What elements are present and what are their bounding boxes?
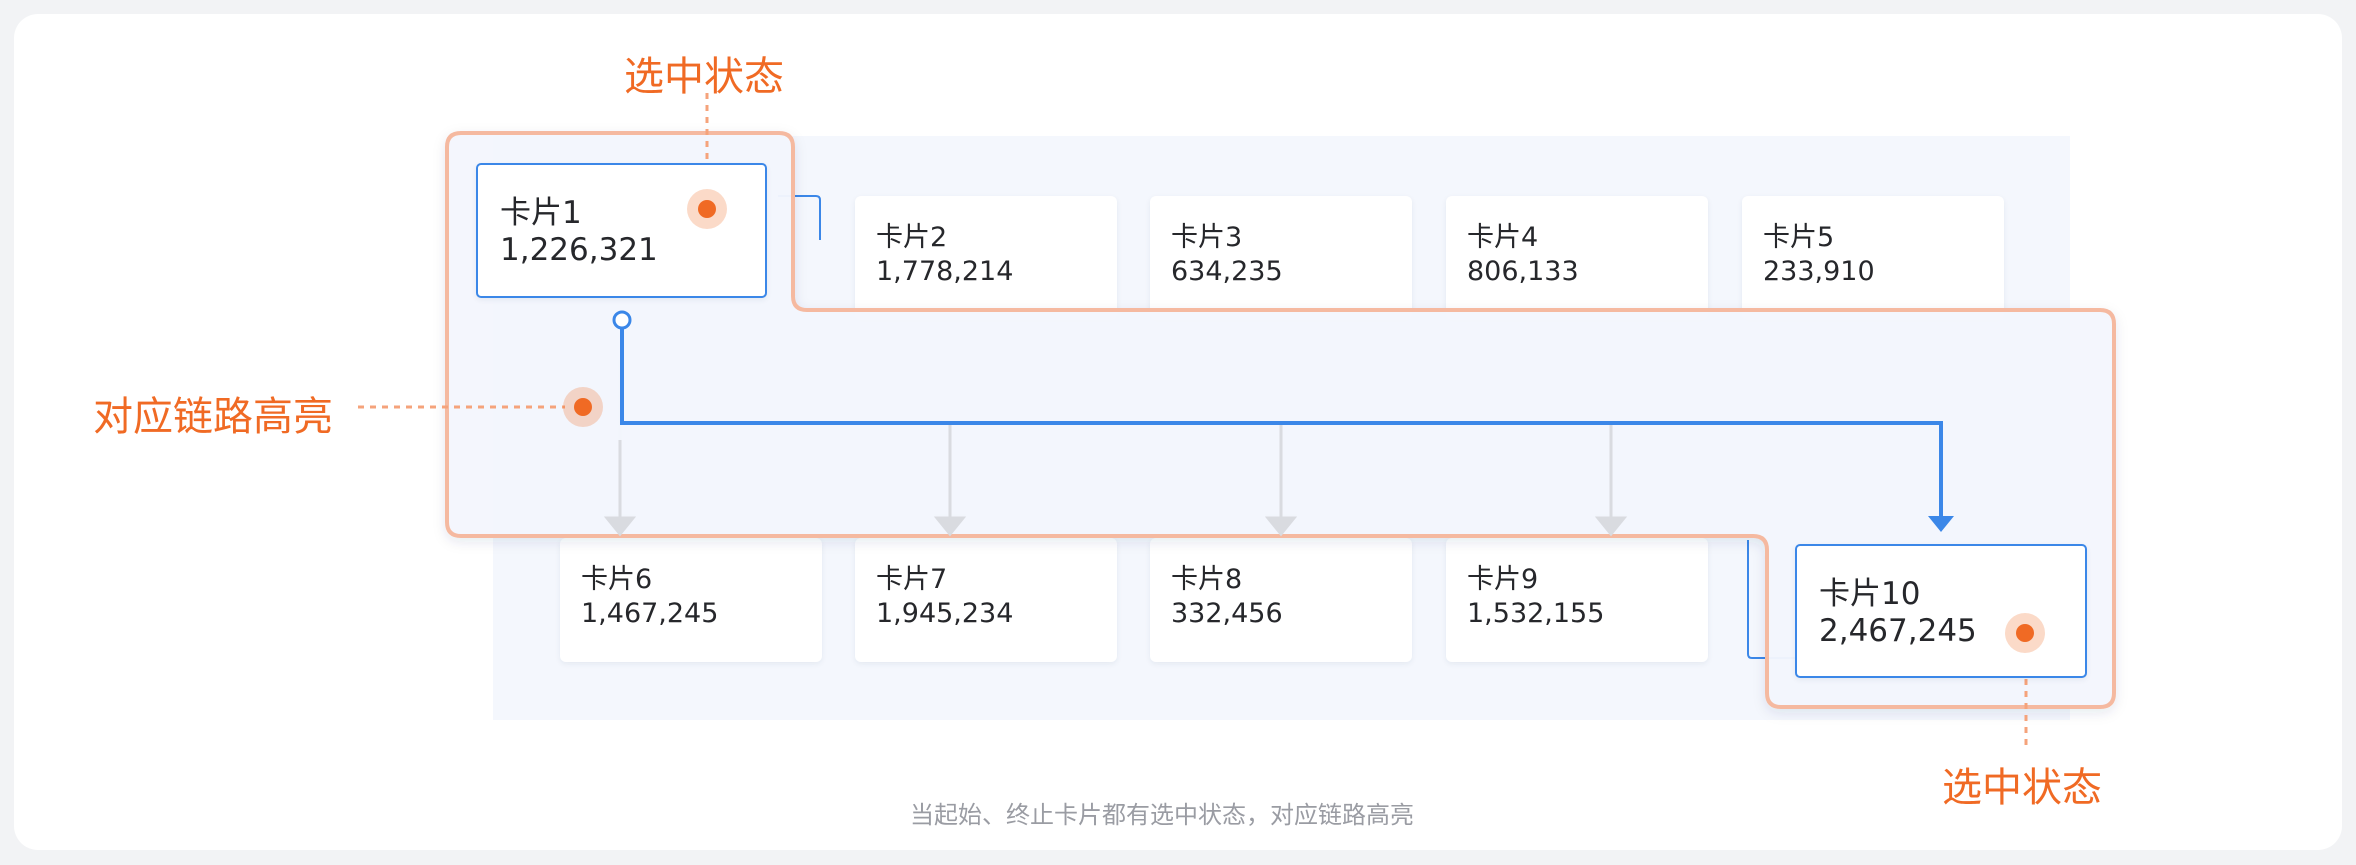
card-1-selected[interactable]: 卡片1 1,226,321 <box>476 163 767 298</box>
highlight-layer <box>358 93 2116 745</box>
card-1-value: 1,226,321 <box>500 232 658 268</box>
link-highlight-indicator <box>563 387 603 427</box>
callout-top-selected: 选中状态 <box>624 54 784 100</box>
card-10-name: 卡片10 <box>1819 576 1921 612</box>
callout-link-highlight: 对应链路高亮 <box>93 394 333 440</box>
callout-bottom-selected: 选中状态 <box>1942 765 2102 811</box>
card-1-name: 卡片1 <box>500 195 582 231</box>
card-10-selected[interactable]: 卡片10 2,467,245 <box>1795 544 2087 678</box>
selected-indicator-top <box>687 189 727 229</box>
caption: 当起始、终止卡片都有选中状态，对应链路高亮 <box>910 801 1414 829</box>
selected-indicator-bottom <box>2005 613 2045 653</box>
link-start-port <box>612 310 632 330</box>
card-10-value: 2,467,245 <box>1819 613 1977 649</box>
